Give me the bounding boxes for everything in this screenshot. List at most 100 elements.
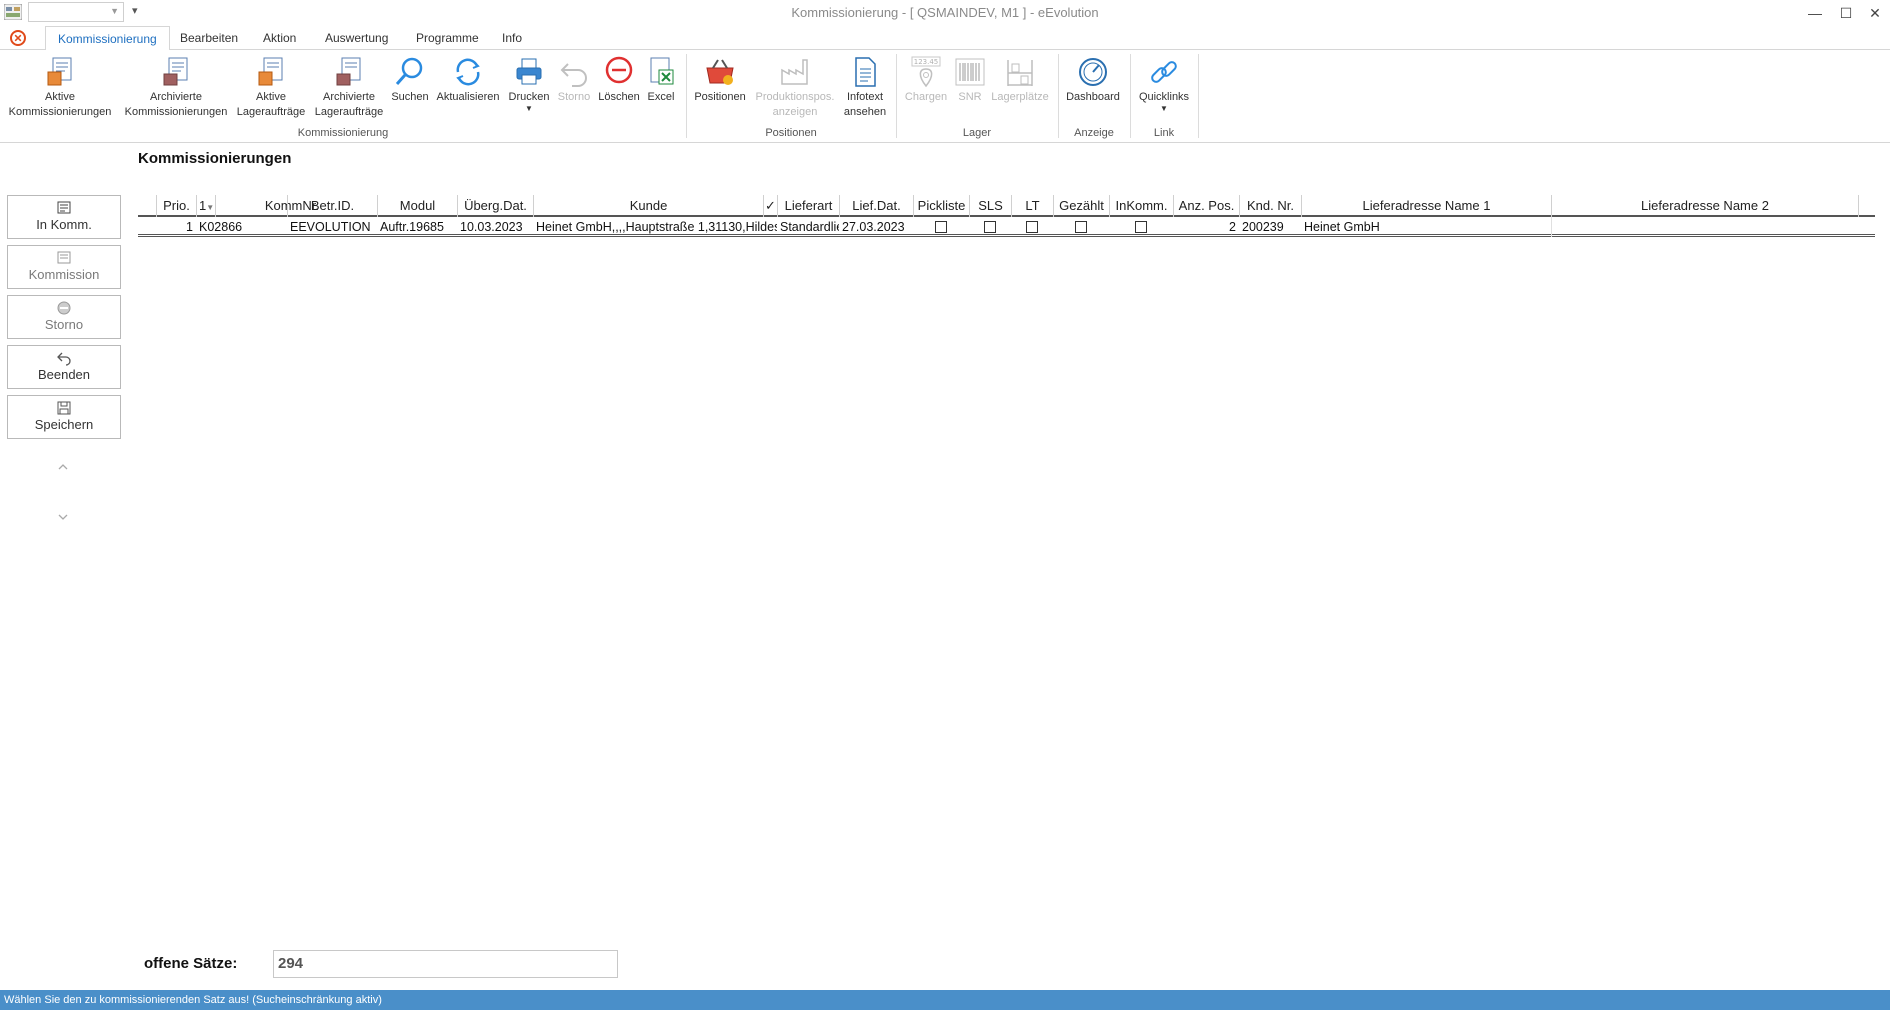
speichern-button[interactable]: Speichern — [7, 395, 121, 439]
aktive-lagerauftraege-button[interactable]: Aktive Lageraufträge — [233, 56, 309, 120]
cell-anzpos: 2 — [1229, 220, 1236, 234]
storno-ribbon-button[interactable]: Storno — [553, 56, 595, 105]
sort-icon: ▼ — [206, 203, 215, 212]
column-header-lt[interactable]: LT — [1011, 195, 1053, 217]
snr-button[interactable]: SNR — [953, 56, 987, 105]
column-header-anzpos[interactable]: Anz. Pos. — [1173, 195, 1239, 217]
loeschen-button[interactable]: Löschen — [596, 56, 642, 105]
dashboard-button[interactable]: Dashboard — [1062, 56, 1124, 105]
barcode-icon — [955, 58, 985, 86]
button-label: Storno — [44, 317, 84, 332]
minimize-button[interactable]: — — [1800, 3, 1830, 23]
column-header-uebergdat[interactable]: Überg.Dat. — [457, 195, 533, 217]
tab-programme[interactable]: Programme — [404, 26, 491, 50]
chevron-down-icon[interactable] — [56, 512, 70, 522]
positionen-button[interactable]: Positionen — [690, 56, 750, 105]
status-bar: Wählen Sie den zu kommissionierenden Sat… — [0, 990, 1890, 1010]
produktionspos-button[interactable]: Produktionspos. anzeigen — [752, 56, 838, 120]
kommissionierungen-grid: Prio. 1▼ KommNr. Betr.ID. Modul Überg.Da… — [138, 195, 1875, 237]
offene-saetze-field[interactable]: 294 — [273, 950, 618, 978]
location-pin-icon: 123.45 — [911, 56, 941, 88]
button-label: Quicklinks — [1138, 91, 1190, 103]
cancel-icon — [57, 301, 71, 315]
column-header-sls[interactable]: SLS — [969, 195, 1011, 217]
cell-uebergdat: 10.03.2023 — [460, 220, 523, 234]
drucken-button[interactable]: Drucken ▼ — [505, 56, 553, 113]
cell-sls[interactable] — [969, 217, 1011, 237]
archivierte-kommissionierungen-button[interactable]: Archivierte Kommissionierungen — [118, 56, 234, 120]
file-menu-icon[interactable] — [9, 29, 27, 47]
button-label: Kommission — [28, 267, 100, 282]
gezaehlt-checkbox[interactable] — [1075, 220, 1087, 233]
cell-modul: Auftr.19685 — [380, 220, 444, 234]
document-archive-icon — [163, 57, 188, 86]
column-header-liefname2[interactable]: Lieferadresse Name 2 — [1551, 195, 1859, 217]
column-header-inkomm[interactable]: InKomm. — [1109, 195, 1173, 217]
column-header-liefdat[interactable]: Lief.Dat. — [839, 195, 913, 217]
aktualisieren-button[interactable]: Aktualisieren — [433, 56, 503, 105]
cell-lt[interactable] — [1011, 217, 1053, 237]
button-label: Excel — [647, 91, 675, 103]
kommission-button[interactable]: Kommission — [7, 245, 121, 289]
column-header-check[interactable]: ✓ — [763, 195, 777, 217]
close-button[interactable]: ✕ — [1860, 3, 1890, 23]
in-komm-button[interactable]: In Komm. — [7, 195, 121, 239]
button-label: Archivierte Lageraufträge — [314, 91, 384, 118]
column-header-kunde[interactable]: Kunde — [533, 195, 763, 217]
column-header-pickliste[interactable]: Pickliste — [913, 195, 969, 217]
button-label: Löschen — [598, 91, 640, 103]
cell-pickliste[interactable] — [913, 217, 969, 237]
cell-betrid: EEVOLUTION — [290, 220, 371, 234]
column-header-gezaehlt[interactable]: Gezählt — [1053, 195, 1109, 217]
tab-bearbeiten[interactable]: Bearbeiten — [168, 26, 250, 50]
beenden-button[interactable]: Beenden — [7, 345, 121, 389]
archivierte-lagerauftraege-button[interactable]: Archivierte Lageraufträge — [311, 56, 387, 120]
tab-kommissionierung[interactable]: Kommissionierung — [45, 26, 170, 51]
inkomm-checkbox[interactable] — [1135, 220, 1147, 233]
cell-kommnr: K02866 — [199, 220, 243, 234]
aktive-kommissionierungen-button[interactable]: Aktive Kommissionierungen — [4, 56, 116, 120]
cell-prio: 1 — [186, 220, 193, 234]
button-label: Aktive Lageraufträge — [236, 91, 306, 118]
page-title: Kommissionierungen — [138, 150, 292, 167]
tab-info[interactable]: Info — [490, 26, 534, 50]
gauge-icon — [1079, 58, 1107, 86]
sls-checkbox[interactable] — [984, 220, 996, 233]
pickliste-checkbox[interactable] — [935, 220, 947, 233]
window-title: Kommissionierung - [ QSMAINDEV, M1 ] - e… — [791, 5, 1099, 20]
storno-button[interactable]: Storno — [7, 295, 121, 339]
save-icon — [57, 401, 71, 415]
group-label-lager: Lager — [962, 127, 992, 139]
table-row[interactable]: 1 K02866 EEVOLUTION Auftr.19685 10.03.20… — [138, 217, 1875, 237]
column-header-lieferart[interactable]: Lieferart — [777, 195, 839, 217]
column-header-modul[interactable]: Modul — [377, 195, 457, 217]
button-label: Suchen — [391, 91, 429, 103]
suchen-button[interactable]: Suchen — [388, 56, 432, 105]
lt-checkbox[interactable] — [1026, 220, 1038, 233]
column-header-betrid[interactable]: Betr.ID. — [287, 195, 377, 217]
tab-aktion[interactable]: Aktion — [251, 26, 308, 50]
excel-button[interactable]: Excel — [643, 56, 679, 105]
column-header-sort[interactable]: 1▼ — [196, 195, 215, 217]
search-icon — [395, 57, 423, 85]
lagerplaetze-button[interactable]: Lagerplätze — [988, 56, 1052, 105]
ribbon-tabs: Kommissionierung Bearbeiten Aktion Auswe… — [0, 26, 1890, 51]
button-label: Aktive Kommissionierungen — [8, 91, 112, 118]
grid-header: Prio. 1▼ KommNr. Betr.ID. Modul Überg.Da… — [138, 195, 1875, 217]
factory-icon — [781, 59, 808, 85]
quicklinks-button[interactable]: Quicklinks ▼ — [1134, 56, 1194, 113]
column-header-prio[interactable]: Prio. — [156, 195, 196, 217]
column-header-liefname1[interactable]: Lieferadresse Name 1 — [1301, 195, 1551, 217]
maximize-button[interactable]: ☐ — [1831, 3, 1861, 23]
document-edit-icon — [57, 251, 71, 264]
cell-inkomm[interactable] — [1109, 217, 1173, 237]
tab-auswertung[interactable]: Auswertung — [313, 26, 400, 50]
chargen-button[interactable]: 123.45 Chargen — [900, 56, 952, 105]
chevron-up-icon[interactable] — [56, 462, 70, 472]
cell-gezaehlt[interactable] — [1053, 217, 1109, 237]
group-separator — [1058, 54, 1059, 138]
infotext-button[interactable]: Infotext ansehen — [840, 56, 890, 120]
group-label-positionen: Positionen — [765, 127, 817, 139]
column-header-kndnr[interactable]: Knd. Nr. — [1239, 195, 1301, 217]
warehouse-order-icon — [258, 57, 283, 86]
